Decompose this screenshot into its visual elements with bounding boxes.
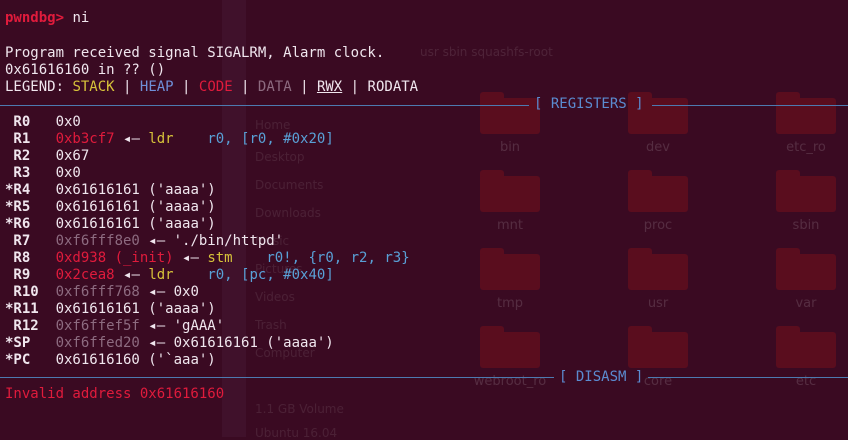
- register-value: 0xf6ffed20: [55, 335, 140, 351]
- register-value: 0x61616161 ('aaaa'): [55, 199, 216, 215]
- disasm-rule-right: [648, 377, 848, 378]
- legend-sep: |: [114, 79, 140, 95]
- register-value: 0x0: [55, 114, 81, 130]
- register-value: 0x61616161 ('aaaa'): [55, 182, 216, 198]
- legend-sep: |: [342, 79, 368, 95]
- register-value: 0xb3cf7: [55, 131, 115, 147]
- register-value: 0xf6fff768: [55, 284, 140, 300]
- registers-header: [ REGISTERS ]: [534, 96, 644, 112]
- register-value: 0x2cea8: [55, 267, 115, 283]
- register-name: R9: [5, 267, 39, 283]
- deref-string: 'gAAA': [173, 318, 225, 334]
- register-value: 0x0: [55, 165, 81, 181]
- register-name: R0: [5, 114, 39, 130]
- register-name: *R11: [5, 301, 39, 317]
- register-name: R12: [5, 318, 39, 334]
- register-row: R7 0xf6fff8e0 ◂— './bin/httpd': [5, 233, 283, 250]
- disasm-rule-left: [0, 377, 554, 378]
- location-line: 0x61616160 in ?? (): [5, 62, 166, 78]
- register-row: R9 0x2cea8 ◂— ldr r0, [pc, #0x40]: [5, 267, 334, 284]
- register-name: *R4: [5, 182, 39, 198]
- register-row: *PC 0x61616160 ('`aaa'): [5, 352, 216, 369]
- register-name: R8: [5, 250, 39, 266]
- register-row: R2 0x67: [5, 148, 89, 165]
- register-name: *PC: [5, 352, 39, 368]
- deref-arrow: ◂—: [139, 284, 174, 300]
- legend-sep: |: [232, 79, 258, 95]
- registers-rule-right: [652, 105, 848, 106]
- error-message: Invalid address 0x61616160: [5, 386, 225, 402]
- command-text: ni: [64, 10, 90, 26]
- register-name: *R6: [5, 216, 39, 232]
- register-row: R12 0xf6ffef5f ◂— 'gAAA': [5, 318, 224, 335]
- legend-rwx: RWX: [316, 79, 343, 95]
- legend-prefix: LEGEND:: [5, 79, 73, 95]
- legend-sep: |: [291, 79, 317, 95]
- instruction-mnemonic: ldr: [148, 267, 174, 283]
- register-name: R3: [5, 165, 39, 181]
- deref-string: './bin/httpd': [173, 233, 284, 249]
- instruction-mnemonic: stm: [207, 250, 233, 266]
- legend-rodata: RODATA: [367, 79, 419, 95]
- register-row: R3 0x0: [5, 165, 81, 182]
- prompt-line: pwndbg> ni: [5, 10, 89, 27]
- register-name: *SP: [5, 335, 39, 351]
- register-name: R2: [5, 148, 39, 164]
- legend-sep: |: [173, 79, 199, 95]
- registers-rule-left: [0, 105, 529, 106]
- register-value: 0xf6ffef5f: [55, 318, 140, 334]
- legend-stack: STACK: [72, 79, 115, 95]
- register-value: 0x61616160 ('`aaa'): [55, 352, 216, 368]
- deref-arrow: ◂—: [173, 250, 208, 266]
- disasm-header: [ DISASM ]: [559, 369, 644, 385]
- deref-arrow: ◂—: [114, 267, 149, 283]
- register-row: R8 0xd938 (_init) ◂— stm r0!, {r0, r2, r…: [5, 250, 410, 267]
- deref-arrow: ◂—: [139, 233, 174, 249]
- signal-line: Program received signal SIGALRM, Alarm c…: [5, 45, 385, 61]
- register-name: R1: [5, 131, 39, 147]
- register-row: R10 0xf6fff768 ◂— 0x0: [5, 284, 199, 301]
- prompt: pwndbg>: [5, 10, 65, 26]
- register-row: *R11 0x61616161 ('aaaa'): [5, 301, 216, 318]
- legend-data: DATA: [257, 79, 292, 95]
- register-row: R1 0xb3cf7 ◂— ldr r0, [r0, #0x20]: [5, 131, 334, 148]
- deref-arrow: ◂—: [139, 318, 174, 334]
- register-name: *R5: [5, 199, 39, 215]
- register-value: 0xf6fff8e0: [55, 233, 140, 249]
- register-name: R10: [5, 284, 39, 300]
- legend-line: LEGEND: STACK | HEAP | CODE | DATA | RWX…: [5, 79, 418, 96]
- register-value: 0x61616161 ('aaaa'): [55, 216, 216, 232]
- deref-arrow: ◂—: [139, 335, 174, 351]
- register-value: 0x61616161 ('aaaa'): [55, 301, 216, 317]
- register-name: R7: [5, 233, 39, 249]
- instruction-mnemonic: ldr: [148, 131, 174, 147]
- register-value: 0xd938 (_init): [55, 250, 174, 266]
- deref-value: 0x61616161 ('aaaa'): [173, 335, 334, 351]
- register-row: *R4 0x61616161 ('aaaa'): [5, 182, 216, 199]
- legend-heap: HEAP: [139, 79, 174, 95]
- legend-code: CODE: [198, 79, 233, 95]
- deref-value: 0x0: [173, 284, 199, 300]
- instruction-operands: r0, [pc, #0x40]: [207, 267, 334, 283]
- deref-arrow: ◂—: [114, 131, 149, 147]
- register-row: R0 0x0: [5, 114, 81, 131]
- instruction-operands: r0!, {r0, r2, r3}: [266, 250, 410, 266]
- register-row: *SP 0xf6ffed20 ◂— 0x61616161 ('aaaa'): [5, 335, 334, 352]
- register-value: 0x67: [55, 148, 90, 164]
- instruction-operands: r0, [r0, #0x20]: [207, 131, 334, 147]
- terminal[interactable]: pwndbg> ni Program received signal SIGAL…: [0, 0, 848, 437]
- register-row: *R5 0x61616161 ('aaaa'): [5, 199, 216, 216]
- register-row: *R6 0x61616161 ('aaaa'): [5, 216, 216, 233]
